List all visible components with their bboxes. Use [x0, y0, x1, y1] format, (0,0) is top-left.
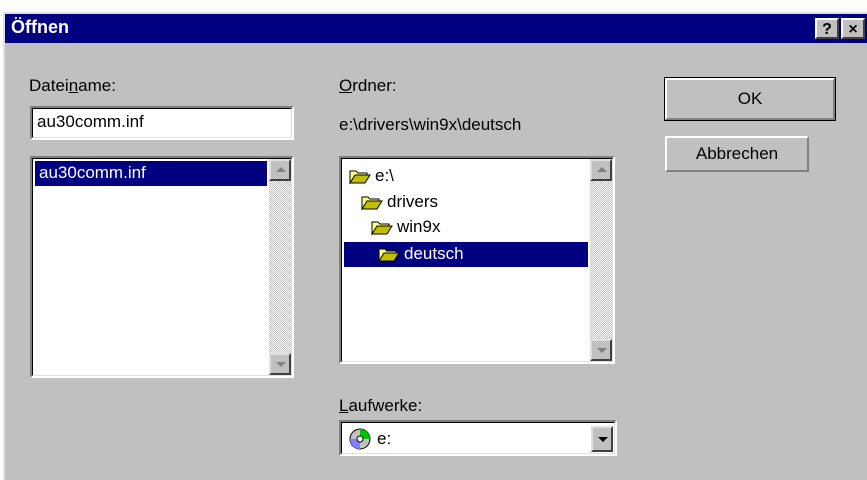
filename-input[interactable]: au30comm.inf — [30, 106, 294, 140]
drive-select[interactable]: e: — [339, 420, 617, 456]
file-list-scrollbar[interactable] — [269, 159, 291, 375]
close-button[interactable]: × — [841, 18, 865, 39]
open-folder-icon — [371, 221, 393, 236]
tree-item-deutsch[interactable]: deutsch — [344, 242, 588, 267]
file-name: au30comm.inf — [39, 163, 146, 182]
arrow-down-icon — [276, 362, 286, 367]
dialog-title: Öffnen — [11, 17, 69, 37]
close-icon: × — [848, 21, 858, 38]
open-folder-icon — [349, 170, 371, 185]
list-item[interactable]: au30comm.inf — [35, 161, 267, 186]
scroll-down-button[interactable] — [269, 353, 291, 375]
cancel-button[interactable]: Abbrechen — [665, 136, 809, 172]
open-dialog: Öffnen ? × Dateiname: au30comm.inf au30c… — [3, 12, 867, 480]
scroll-down-button[interactable] — [590, 339, 612, 361]
arrow-down-icon — [597, 348, 607, 353]
scroll-up-button[interactable] — [590, 159, 612, 181]
ok-button[interactable]: OK — [664, 77, 836, 121]
open-folder-icon — [378, 248, 400, 263]
help-icon: ? — [822, 21, 832, 38]
title-bar[interactable]: Öffnen ? × — [5, 14, 867, 43]
drives-label: Laufwerke: — [339, 396, 423, 415]
open-folder-icon — [361, 196, 383, 211]
chevron-down-icon — [598, 437, 608, 442]
scroll-up-button[interactable] — [269, 159, 291, 181]
arrow-up-icon — [597, 167, 607, 172]
folder-tree-scrollbar[interactable] — [590, 159, 612, 361]
help-button[interactable]: ? — [815, 18, 839, 39]
folder-label: Ordner: — [339, 76, 397, 95]
file-list[interactable]: au30comm.inf — [30, 156, 294, 378]
filename-label: Dateiname: — [29, 76, 116, 95]
filename-value: au30comm.inf — [37, 112, 144, 131]
folder-tree[interactable]: e:\ drivers win9x deutsch — [339, 156, 615, 364]
drive-value: e: — [377, 429, 392, 448]
drive-dropdown-button[interactable] — [591, 426, 613, 452]
arrow-up-icon — [276, 167, 286, 172]
cd-drive-icon — [349, 428, 371, 450]
current-path: e:\drivers\win9x\deutsch — [339, 115, 522, 134]
